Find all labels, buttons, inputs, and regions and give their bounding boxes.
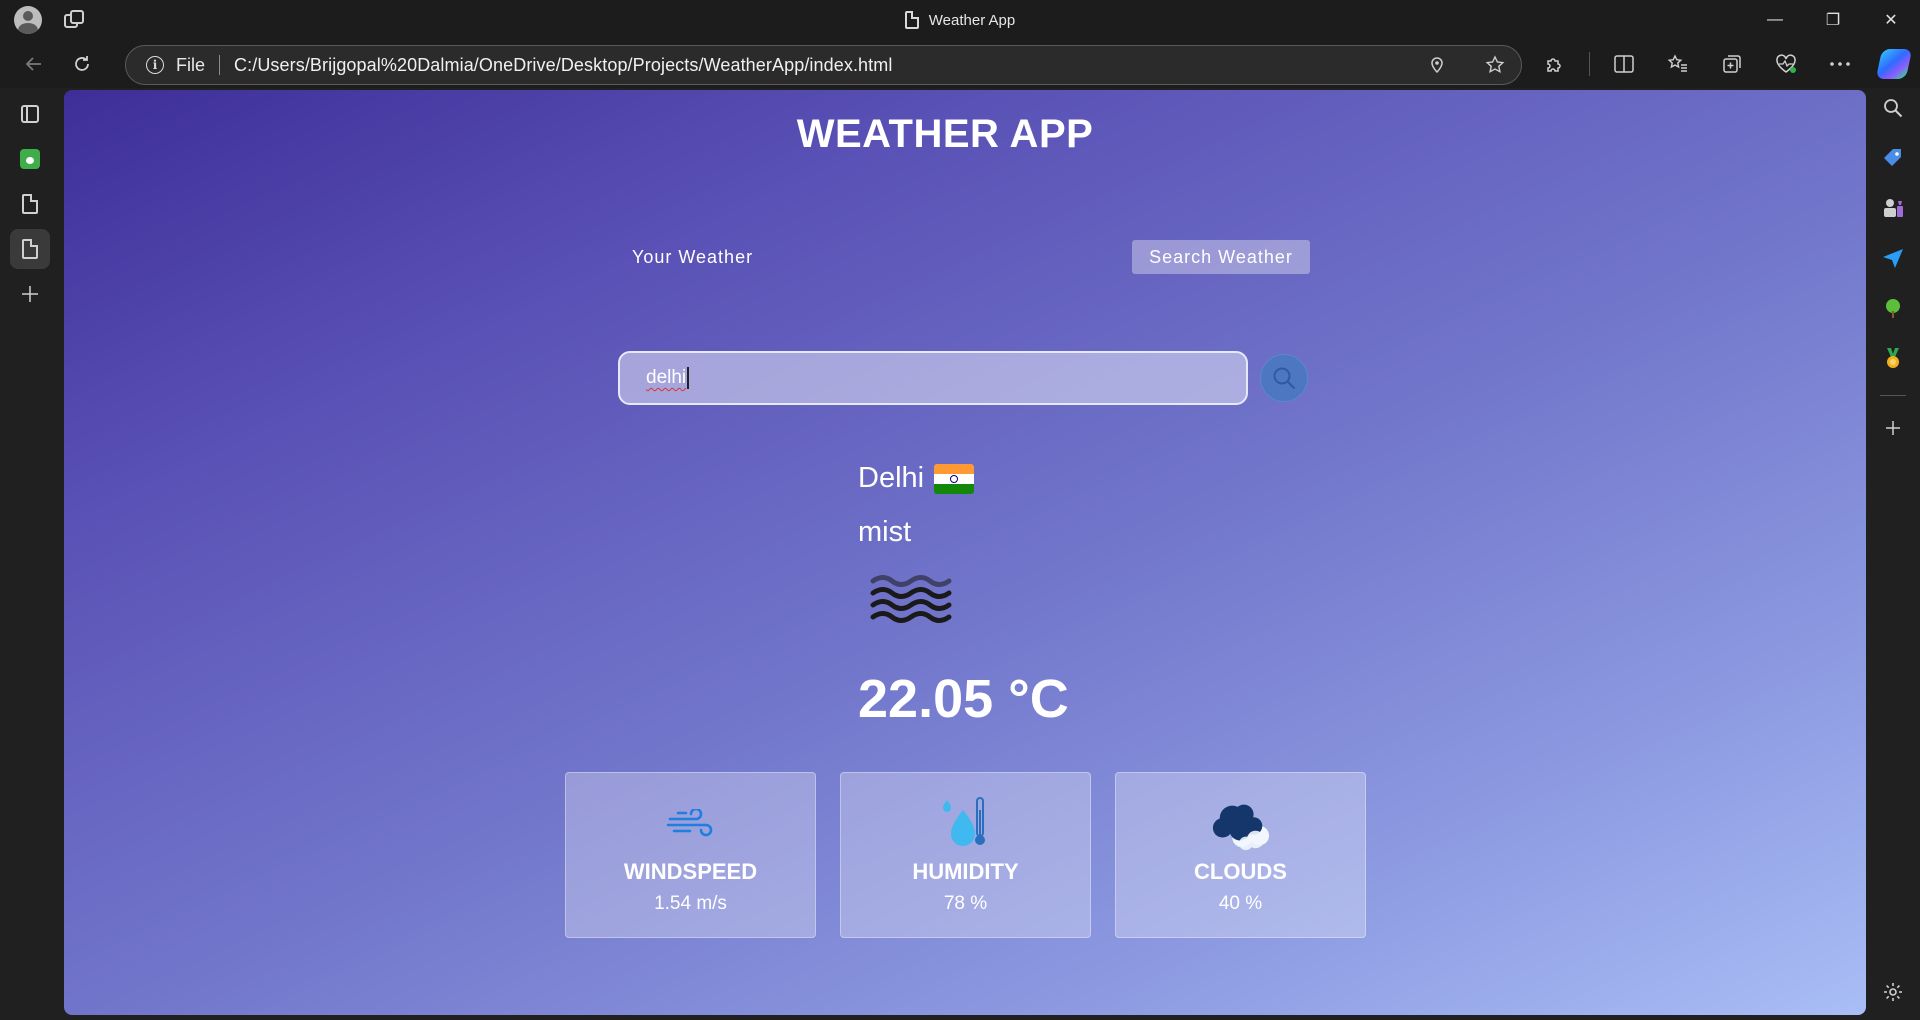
more-dots-icon — [1830, 62, 1850, 66]
page-favicon-icon — [22, 239, 38, 259]
copilot-icon — [1875, 49, 1913, 79]
paw-favicon-icon — [20, 149, 40, 169]
tab-search-weather[interactable]: Search Weather — [1132, 240, 1310, 274]
city-heading: Delhi — [858, 462, 975, 495]
plus-icon — [22, 286, 38, 302]
chess-icon — [1884, 199, 1903, 217]
window-title-text: Weather App — [928, 11, 1016, 29]
vertical-tabs-rail — [0, 88, 64, 1020]
search-icon — [1884, 99, 1903, 118]
vertical-tab-3-active[interactable] — [10, 229, 50, 269]
back-arrow-icon — [25, 57, 41, 71]
sidebar-games-button[interactable] — [1873, 188, 1913, 228]
extensions-button[interactable] — [1535, 44, 1575, 84]
clouds-value: 40 % — [1218, 893, 1263, 914]
windspeed-value: 1.54 m/s — [654, 893, 727, 914]
favorite-star-icon[interactable] — [1485, 55, 1505, 75]
sidebar-divider — [1880, 395, 1906, 396]
browser-toolbar: i File C:/Users/Brijgopal%20Dalmia/OneDr… — [0, 40, 1920, 88]
city-search-input[interactable]: delhi — [618, 351, 1248, 405]
vertical-tab-1[interactable] — [10, 139, 50, 179]
page-viewport: WEATHER APP Your Weather Search Weather … — [64, 90, 1866, 1015]
edge-sidebar — [1866, 88, 1920, 1020]
vertical-tab-2[interactable] — [10, 184, 50, 224]
close-button[interactable]: ✕ — [1862, 0, 1920, 40]
humidity-label: HUMIDITY — [912, 859, 1019, 884]
sidebar-panel-icon — [21, 105, 39, 123]
windspeed-card: WINDSPEED 1.54 m/s — [565, 772, 816, 938]
location-pin-icon[interactable] — [1429, 56, 1445, 74]
reload-icon — [75, 56, 89, 71]
back-button[interactable] — [14, 44, 54, 84]
copilot-button[interactable] — [1874, 44, 1914, 84]
sidebar-tree-button[interactable] — [1873, 288, 1913, 328]
split-screen-icon — [1614, 55, 1634, 73]
collections-button[interactable] — [1712, 44, 1752, 84]
window-titlebar: Weather App — ❐ ✕ — [0, 0, 1920, 40]
wind-icon — [666, 809, 712, 837]
mist-icon — [870, 575, 952, 623]
city-name: Delhi — [858, 462, 925, 494]
tab-your-weather[interactable]: Your Weather — [622, 240, 763, 274]
settings-more-button[interactable] — [1820, 44, 1860, 84]
tab-actions-button[interactable] — [10, 94, 50, 134]
workspaces-icon[interactable] — [64, 9, 86, 31]
toolbar-divider — [1589, 52, 1590, 76]
address-bar[interactable]: i File C:/Users/Brijgopal%20Dalmia/OneDr… — [125, 45, 1522, 85]
tree-icon — [1886, 299, 1900, 318]
temperature-value: 22.05 °C — [858, 669, 1069, 729]
humidity-card: HUMIDITY 78 % — [840, 772, 1091, 938]
page-file-icon — [904, 11, 919, 29]
paper-plane-icon — [1883, 249, 1903, 268]
plus-icon — [1886, 421, 1900, 435]
sidebar-rewards-button[interactable] — [1873, 338, 1913, 378]
sidebar-drop-button[interactable] — [1873, 238, 1913, 278]
clouds-label: CLOUDS — [1194, 859, 1287, 884]
gear-icon — [1884, 983, 1902, 1001]
windspeed-label: WINDSPEED — [623, 859, 758, 884]
scheme-label: File — [176, 54, 206, 75]
page-favicon-icon — [22, 194, 38, 214]
window-title: Weather App — [0, 0, 1920, 40]
minimize-button[interactable]: — — [1746, 0, 1804, 40]
collections-icon — [1723, 55, 1741, 73]
humidity-icon — [942, 797, 985, 846]
split-screen-button[interactable] — [1604, 44, 1644, 84]
profile-avatar-icon[interactable] — [14, 6, 42, 34]
price-tag-icon — [1884, 149, 1901, 166]
medal-icon — [1887, 348, 1899, 368]
search-input-value: delhi — [646, 367, 687, 388]
search-button[interactable] — [1260, 354, 1308, 402]
humidity-value: 78 % — [943, 893, 988, 914]
sidebar-settings-button[interactable] — [1873, 972, 1913, 1012]
search-icon — [1273, 367, 1296, 390]
url-text[interactable]: C:/Users/Brijgopal%20Dalmia/OneDrive/Des… — [234, 55, 892, 76]
new-tab-button[interactable] — [10, 274, 50, 314]
favorites-button[interactable] — [1658, 44, 1698, 84]
cloud-icon — [1212, 804, 1269, 851]
favorites-list-icon — [1667, 54, 1687, 72]
weather-description: mist — [858, 516, 912, 548]
india-flag-icon — [934, 463, 975, 494]
address-divider — [219, 55, 221, 75]
heart-pulse-icon — [1776, 54, 1796, 73]
puzzle-icon — [1547, 58, 1561, 72]
site-info-icon[interactable]: i — [146, 56, 164, 74]
sidebar-shopping-button[interactable] — [1873, 138, 1913, 178]
reload-button[interactable] — [62, 44, 102, 84]
app-title: WEATHER APP — [796, 112, 1094, 156]
clouds-card: CLOUDS 40 % — [1115, 772, 1366, 938]
restore-button[interactable]: ❐ — [1804, 0, 1862, 40]
text-caret — [687, 367, 689, 389]
sidebar-search-button[interactable] — [1873, 88, 1913, 128]
browser-essentials-button[interactable] — [1766, 44, 1806, 84]
sidebar-add-button[interactable] — [1873, 408, 1913, 448]
